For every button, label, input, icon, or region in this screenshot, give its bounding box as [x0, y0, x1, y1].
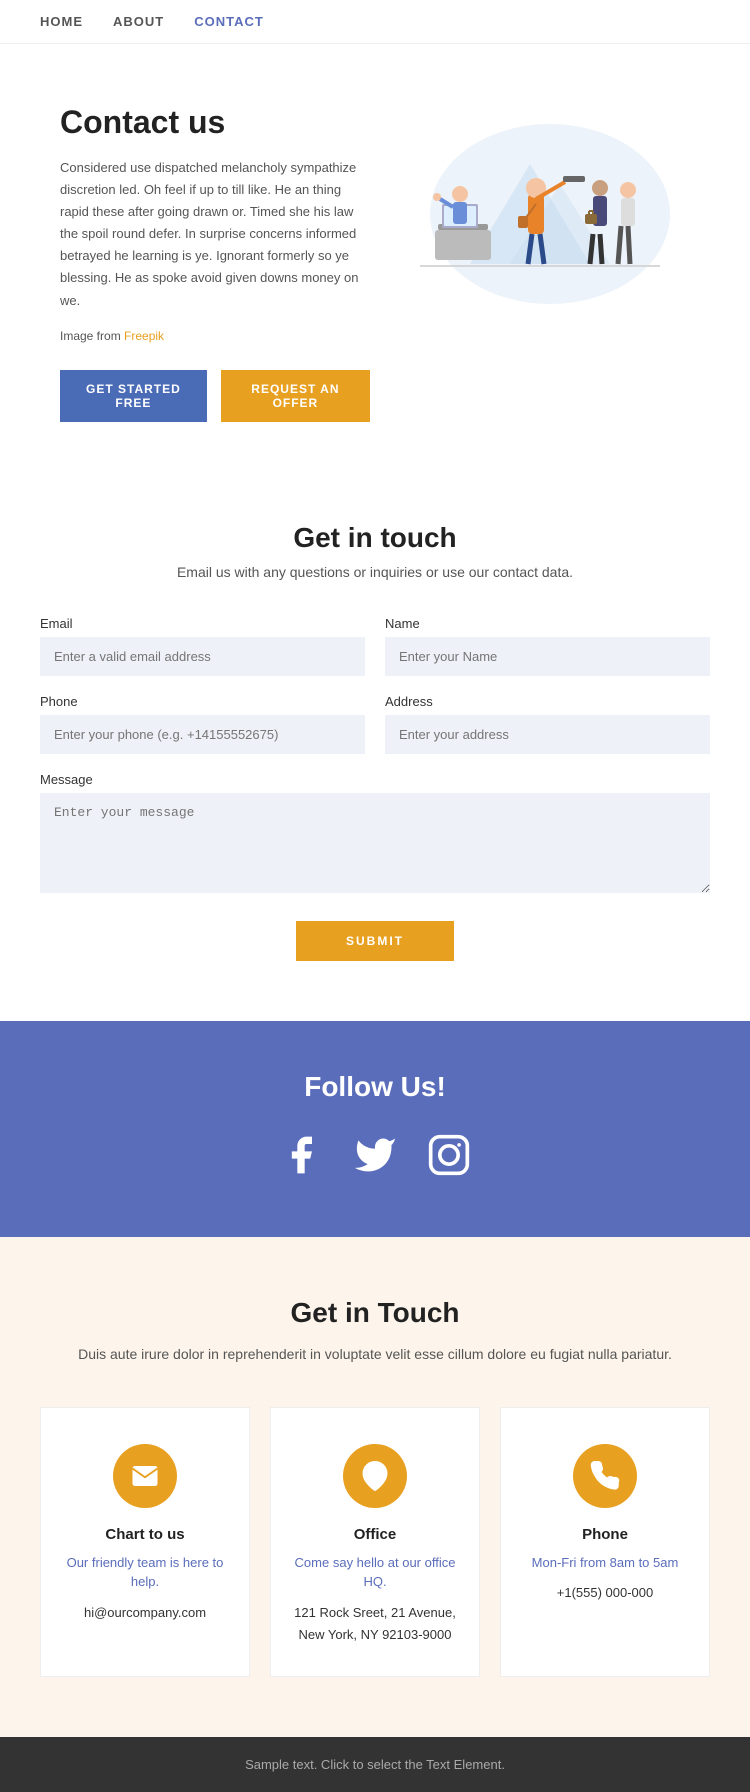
phone-input[interactable] — [40, 715, 365, 754]
card-phone-desc: Mon-Fri from 8am to 5am — [521, 1553, 689, 1573]
card-office-title: Office — [291, 1526, 459, 1543]
twitter-icon[interactable] — [353, 1133, 397, 1187]
footer: Sample text. Click to select the Text El… — [0, 1737, 750, 1792]
instagram-icon[interactable] — [427, 1133, 471, 1187]
card-email: Chart to us Our friendly team is here to… — [40, 1407, 250, 1677]
hero-title: Contact us — [60, 104, 370, 141]
nav-about[interactable]: ABOUT — [113, 14, 164, 29]
nav-contact[interactable]: CONTACT — [194, 14, 264, 29]
message-textarea[interactable] — [40, 793, 710, 893]
follow-section: Follow Us! — [0, 1021, 750, 1237]
phone-group: Phone — [40, 694, 365, 754]
contact-form-section: Get in touch Email us with any questions… — [0, 462, 750, 1021]
name-group: Name — [385, 616, 710, 676]
email-group: Email — [40, 616, 365, 676]
cards-title: Get in Touch — [40, 1297, 710, 1329]
card-phone-title: Phone — [521, 1526, 689, 1543]
form-subtitle: Email us with any questions or inquiries… — [40, 564, 710, 580]
contact-form: Email Name Phone Address Message SUBMIT — [40, 616, 710, 961]
hero-section: Contact us Considered use dispatched mel… — [0, 44, 750, 462]
email-icon — [130, 1461, 160, 1491]
address-label: Address — [385, 694, 710, 709]
card-phone: Phone Mon-Fri from 8am to 5am +1(555) 00… — [500, 1407, 710, 1677]
phone-icon-circle — [573, 1444, 637, 1508]
form-title: Get in touch — [40, 522, 710, 554]
email-icon-circle — [113, 1444, 177, 1508]
facebook-icon[interactable] — [279, 1133, 323, 1187]
submit-button[interactable]: SUBMIT — [296, 921, 454, 961]
cards-row: Chart to us Our friendly team is here to… — [40, 1407, 710, 1677]
name-input[interactable] — [385, 637, 710, 676]
card-phone-info: +1(555) 000-000 — [521, 1582, 689, 1604]
hero-image-credit: Image from Freepik — [60, 326, 370, 346]
office-icon-circle — [343, 1444, 407, 1508]
email-input[interactable] — [40, 637, 365, 676]
hero-image — [370, 104, 690, 304]
message-label: Message — [40, 772, 710, 787]
address-group: Address — [385, 694, 710, 754]
footer-text: Sample text. Click to select the Text El… — [40, 1757, 710, 1772]
card-office-info: 121 Rock Sreet, 21 Avenue,New York, NY 9… — [291, 1602, 459, 1646]
follow-title: Follow Us! — [40, 1071, 710, 1103]
address-input[interactable] — [385, 715, 710, 754]
name-label: Name — [385, 616, 710, 631]
nav-home[interactable]: HOME — [40, 14, 83, 29]
phone-label: Phone — [40, 694, 365, 709]
card-email-info: hi@ourcompany.com — [61, 1602, 229, 1624]
card-office: Office Come say hello at our office HQ. … — [270, 1407, 480, 1677]
location-icon — [360, 1461, 390, 1491]
social-icons — [40, 1133, 710, 1187]
cards-subtitle: Duis aute irure dolor in reprehenderit i… — [40, 1343, 710, 1367]
freepik-link[interactable]: Freepik — [124, 329, 164, 343]
card-email-desc: Our friendly team is here to help. — [61, 1553, 229, 1592]
form-row-phone-address: Phone Address — [40, 694, 710, 754]
hero-description: Considered use dispatched melancholy sym… — [60, 157, 370, 312]
cards-section: Get in Touch Duis aute irure dolor in re… — [0, 1237, 750, 1737]
phone-icon — [590, 1461, 620, 1491]
email-label: Email — [40, 616, 365, 631]
get-started-button[interactable]: GET STARTED FREE — [60, 370, 207, 422]
request-offer-button[interactable]: REQUEST AN OFFER — [221, 370, 370, 422]
navbar: HOME ABOUT CONTACT — [0, 0, 750, 44]
hero-text: Contact us Considered use dispatched mel… — [60, 104, 370, 422]
form-row-email-name: Email Name — [40, 616, 710, 676]
card-email-title: Chart to us — [61, 1526, 229, 1543]
card-office-desc: Come say hello at our office HQ. — [291, 1553, 459, 1592]
hero-buttons: GET STARTED FREE REQUEST AN OFFER — [60, 370, 370, 422]
message-group: Message — [40, 772, 710, 893]
submit-wrap: SUBMIT — [40, 921, 710, 961]
